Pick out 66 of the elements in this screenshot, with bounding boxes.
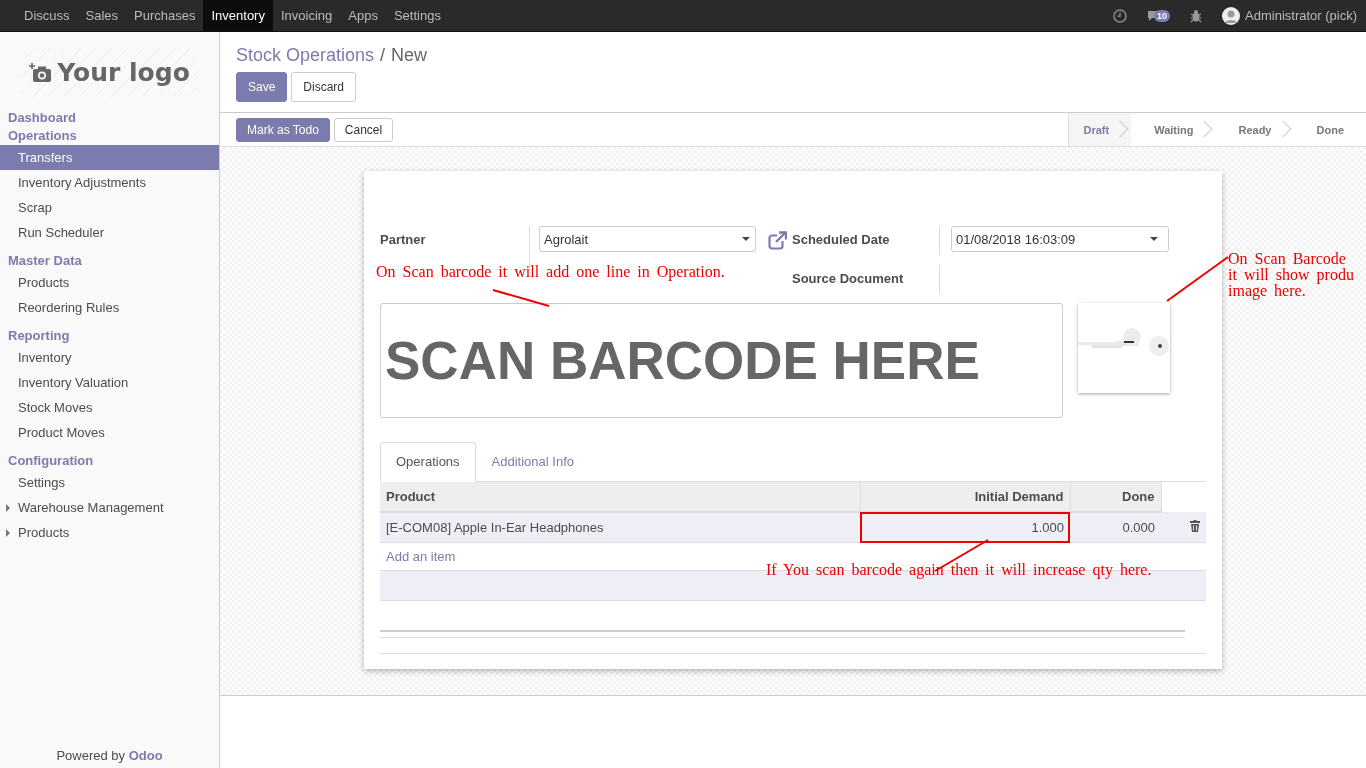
tab[interactable]: Additional Info (475, 442, 590, 482)
user-menu[interactable]: Administrator (pick) (1222, 6, 1357, 25)
menu-item[interactable]: Warehouse Management (0, 495, 219, 520)
menu-app-link[interactable]: Sales (77, 0, 127, 31)
external-link-icon[interactable] (768, 231, 787, 250)
menu-item[interactable]: Products (0, 270, 219, 295)
menu-item[interactable]: Settings (0, 470, 219, 495)
cancel-button[interactable]: Cancel (333, 117, 394, 142)
menu-item[interactable]: Reordering Rules (0, 295, 219, 320)
leader-line (492, 289, 550, 307)
menu-item[interactable]: Inventory Adjustments (0, 170, 219, 195)
bug-icon[interactable] (1190, 8, 1203, 23)
caret-icon (6, 504, 10, 512)
menu-item[interactable]: Scrap (0, 195, 219, 220)
caret-icon[interactable] (1150, 237, 1158, 241)
powered-by-text: Powered by Odoo (55, 747, 164, 765)
logo-text: Your logo (57, 58, 190, 87)
add-item-link[interactable]: Add an item (386, 549, 456, 564)
avatar-icon (1222, 6, 1241, 25)
annotation-text: If You scan barcode again then it will increase qty here. (766, 562, 1152, 578)
menu-item[interactable]: Inventory (0, 345, 219, 370)
annotation-text: On Scan Barcode it will show produ image here. (1228, 251, 1354, 299)
leader-line (1166, 256, 1229, 302)
table-cell: 1.000 (860, 512, 1070, 543)
menu-item[interactable]: Products (0, 520, 219, 545)
breadcrumb-current: New (391, 44, 428, 66)
menu-item[interactable]: Product Moves (0, 420, 219, 445)
menu-section-title[interactable]: Operations (0, 127, 219, 145)
barcode-input[interactable]: SCAN BARCODE HERE (380, 303, 1063, 418)
table-cell: 0.000 (1070, 512, 1161, 543)
menu-section-title[interactable]: Dashboard (0, 109, 219, 127)
column-header[interactable]: Product (380, 482, 860, 512)
select-field[interactable]: Agrolait (539, 226, 756, 252)
menu-app-link[interactable]: Discuss (16, 0, 78, 31)
status-step[interactable]: Draft (1069, 113, 1132, 146)
discard-button[interactable]: Discard (291, 72, 357, 102)
field-label: Scheduled Date (792, 226, 940, 255)
caret-icon[interactable] (742, 237, 750, 241)
menu-item[interactable]: Stock Moves (0, 395, 219, 420)
menu-item[interactable]: Run Scheduler (0, 220, 219, 245)
annotation-text: On Scan barcode it will add one line in Operation. (376, 264, 725, 280)
breadcrumb-separator: / (380, 44, 386, 66)
menu-app-link[interactable]: Invoicing (272, 0, 341, 31)
date-field[interactable]: 01/08/2018 16:03:09 (951, 226, 1169, 252)
menu-item[interactable]: Inventory Valuation (0, 370, 219, 395)
menu-section-title[interactable]: Reporting (0, 327, 219, 345)
camera-icon (29, 63, 52, 82)
trash-icon[interactable] (1190, 519, 1200, 532)
menu-section-title[interactable]: Configuration (0, 452, 219, 470)
message-count-badge: 10 (1154, 9, 1171, 22)
menu-app-link[interactable]: Purchases (126, 0, 204, 31)
menu-app-link[interactable]: Settings (385, 0, 449, 31)
column-header[interactable]: Initial Demand (860, 482, 1070, 512)
menu-section-title[interactable]: Master Data (0, 252, 219, 270)
table-cell: [E-COM08] Apple In-Ear Headphones (380, 512, 860, 543)
menu-app-link[interactable]: Apps (340, 0, 386, 31)
caret-icon (6, 529, 10, 537)
save-button[interactable]: Save (236, 72, 288, 102)
clock-icon[interactable] (1113, 8, 1127, 23)
menu-app-link[interactable]: Inventory (203, 0, 273, 31)
column-header[interactable]: Done (1070, 482, 1161, 512)
mark-todo-button[interactable]: Mark as Todo (236, 117, 330, 142)
field-label: Source Document (792, 265, 940, 294)
menu-item[interactable]: Transfers (0, 145, 219, 170)
tab[interactable]: Operations (380, 442, 476, 482)
breadcrumb-link[interactable]: Stock Operations (236, 44, 375, 66)
